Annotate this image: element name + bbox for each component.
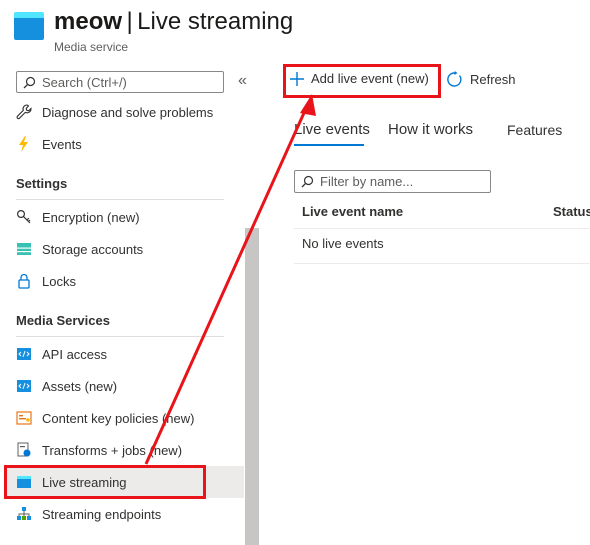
sidebar-item-label: Diagnose and solve problems [42,104,214,120]
section-divider [16,199,224,200]
highlight-box-add-live-event [283,64,441,98]
sidebar-item-label: Transforms + jobs (new) [42,442,183,458]
search-icon [23,76,36,88]
collapse-sidebar-button[interactable]: « [238,72,247,90]
sidebar-item-assets[interactable]: Assets (new) [16,370,244,402]
assets-icon [16,378,32,394]
column-header-name[interactable]: Live event name [302,204,403,219]
page-title: meow | Live streaming [54,8,293,36]
sidebar-item-label: Encryption (new) [42,209,140,225]
filter-placeholder: Filter by name... [320,174,414,189]
table-row-divider [294,263,590,264]
tab-features[interactable]: Features [507,122,562,138]
sidebar-item-locks[interactable]: Locks [16,265,244,297]
refresh-button[interactable]: Refresh [446,71,516,88]
transforms-icon [16,442,32,458]
refresh-icon [447,71,462,87]
sidebar-item-storage-accounts[interactable]: Storage accounts [16,233,244,265]
sidebar-item-streaming-endpoints[interactable]: Streaming endpoints [16,498,244,530]
column-header-status[interactable]: Status [553,204,590,219]
section-divider [16,336,224,337]
highlight-box-live-streaming [4,465,206,499]
sidebar-item-label: Streaming endpoints [42,506,162,522]
sidebar-item-label: API access [42,346,108,362]
lightning-icon [16,136,32,152]
search-icon [301,175,314,188]
title-separator: | [126,8,133,35]
streaming-endpoints-icon [16,506,32,522]
sidebar-item-transforms-jobs[interactable]: Transforms + jobs (new) [16,434,244,466]
tab-how-it-works[interactable]: How it works [388,121,473,138]
media-services-section-header: Media Services [16,313,110,328]
search-placeholder: Search (Ctrl+/) [42,74,127,90]
sidebar-item-api-access[interactable]: API access [16,338,244,370]
settings-section-header: Settings [16,176,68,191]
sidebar-item-encryption[interactable]: Encryption (new) [16,201,244,233]
media-service-icon [14,12,44,40]
sidebar-item-label: Assets (new) [42,378,118,394]
refresh-label: Refresh [470,72,516,87]
wrench-icon [16,104,32,120]
storage-icon [16,241,32,257]
sidebar-item-content-key-policies[interactable]: Content key policies (new) [16,402,244,434]
resource-type: Media service [54,40,129,54]
sidebar-item-diagnose[interactable]: Diagnose and solve problems [16,96,244,128]
empty-table-message: No live events [302,236,384,251]
lock-icon [16,273,32,289]
key-icon [16,209,32,225]
sidebar-item-label: Locks [42,273,76,289]
content-key-icon [16,410,32,426]
sidebar-item-label: Content key policies (new) [42,410,195,426]
filter-by-name-input[interactable]: Filter by name... [294,170,491,193]
tab-live-events[interactable]: Live events [294,121,370,138]
sidebar-scrollbar[interactable] [245,228,259,545]
sidebar-item-label: Events [42,136,82,152]
table-header-divider [294,228,590,229]
sidebar-item-label: Storage accounts [42,241,144,257]
selected-tab-indicator [294,144,364,146]
page-name: Live streaming [137,8,294,35]
sidebar-search-input[interactable]: Search (Ctrl+/) [16,71,224,93]
api-icon [16,346,32,362]
resource-name: meow [54,8,123,35]
sidebar-item-events[interactable]: Events [16,128,244,160]
